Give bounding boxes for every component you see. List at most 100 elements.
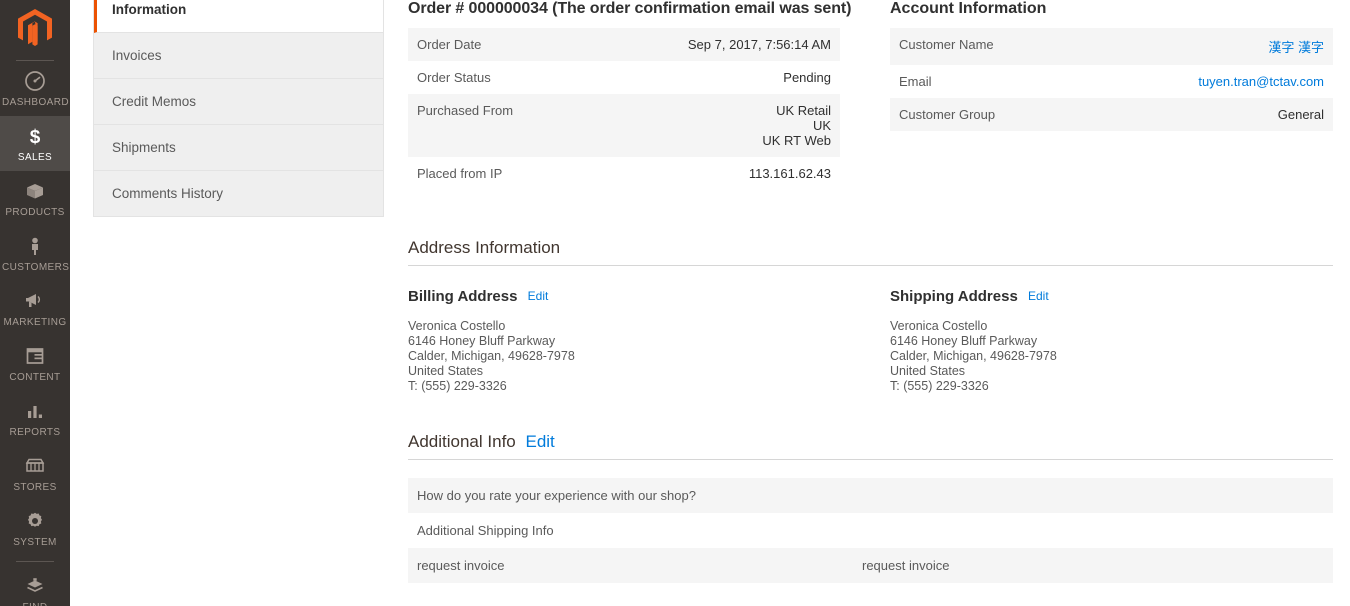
- purchased-from-line-1: UK Retail: [776, 103, 831, 118]
- additional-info-label-2: request invoice: [417, 558, 505, 573]
- sidebar-item-products[interactable]: PRODUCTS: [0, 171, 70, 226]
- shipping-address-line-4: United States: [890, 364, 966, 378]
- table-row: request invoice request invoice: [408, 548, 1333, 583]
- order-status-label: Order Status: [417, 70, 491, 85]
- customer-group-value-line: General: [1277, 107, 1324, 122]
- additional-info-heading: Additional Info: [408, 432, 516, 451]
- purchased-from-line-2: UK: [812, 118, 831, 133]
- additional-info-value-0: [852, 478, 1333, 513]
- sidebar-item-reports[interactable]: REPORTS: [0, 391, 70, 446]
- billing-address-body: Veronica Costello 6146 Honey Bluff Parkw…: [408, 319, 848, 394]
- customer-name-link[interactable]: 漢字 漢字: [1268, 40, 1324, 55]
- nav-divider-bottom: [16, 561, 54, 562]
- system-gear-icon: [2, 510, 68, 532]
- order-tab-label-information: Information: [112, 2, 187, 17]
- billing-address-title-row: Billing Address Edit: [408, 288, 848, 305]
- marketing-megaphone-icon: [2, 290, 68, 312]
- sidebar-item-sales[interactable]: $ SALES: [0, 116, 70, 171]
- content-layout-icon: [2, 345, 68, 367]
- table-row: Customer Group General: [890, 98, 1333, 131]
- additional-info-table: How do you rate your experience with our…: [408, 478, 1333, 583]
- sidebar-item-system[interactable]: SYSTEM: [0, 501, 70, 556]
- purchased-from-line-3: UK RT Web: [762, 133, 831, 148]
- partners-extensions-icon: [2, 575, 68, 597]
- sidebar-label-stores: STORES: [13, 482, 57, 493]
- sidebar-item-dashboard[interactable]: DASHBOARD: [0, 61, 70, 116]
- table-row: Order Status Pending: [408, 61, 840, 94]
- order-information-block: Order # 000000034 (The order confirmatio…: [408, 0, 852, 190]
- account-information-table: Customer Name 漢字 漢字 Email tuyen.tran@tct…: [890, 28, 1333, 131]
- shipping-address-block: Shipping Address Edit Veronica Costello …: [890, 288, 1330, 394]
- billing-address-title: Billing Address: [408, 288, 518, 305]
- shipping-address-body: Veronica Costello 6146 Honey Bluff Parkw…: [890, 319, 1330, 394]
- customer-email-link[interactable]: tuyen.tran@tctav.com: [1198, 74, 1324, 89]
- billing-address-line-3: Calder, Michigan, 49628-7978: [408, 349, 575, 363]
- customer-name-label: Customer Name: [899, 37, 994, 52]
- reports-bars-icon: [2, 400, 68, 422]
- shipping-address-title-row: Shipping Address Edit: [890, 288, 1330, 305]
- sidebar-label-content: CONTENT: [9, 372, 61, 383]
- shipping-address-title: Shipping Address: [890, 288, 1018, 305]
- placed-from-ip-value: 113.161.62.43: [587, 157, 840, 190]
- products-box-icon: [2, 180, 68, 202]
- billing-address-line-1: Veronica Costello: [408, 319, 506, 333]
- order-tab-label-credit-memos: Credit Memos: [112, 94, 197, 109]
- order-tabs-strip: Information Invoices Credit Memos Shipme…: [93, 0, 384, 217]
- customer-email-value: tuyen.tran@tctav.com: [1086, 65, 1333, 98]
- order-tab-information[interactable]: Information: [94, 0, 383, 33]
- shipping-address-line-5: T: (555) 229-3326: [890, 379, 989, 393]
- page-title: Order # 000000034 (The order confirmatio…: [408, 0, 852, 17]
- shipping-address-line-3: Calder, Michigan, 49628-7978: [890, 349, 1057, 363]
- order-tab-label-comments-history: Comments History: [112, 186, 224, 201]
- sidebar-item-find-partners-extensions[interactable]: FIND PARTNERS & EXTENSIONS: [0, 566, 70, 606]
- order-date-label: Order Date: [417, 37, 482, 52]
- admin-sidebar: DASHBOARD $ SALES PRODUCTS CUSTOMERS MAR…: [0, 0, 70, 606]
- order-tab-invoices[interactable]: Invoices: [94, 33, 383, 79]
- shipping-address-line-1: Veronica Costello: [890, 319, 988, 333]
- sales-dollar-icon: $: [2, 125, 68, 148]
- svg-text:$: $: [30, 127, 41, 147]
- order-status-value: Pending: [587, 61, 840, 94]
- order-tab-comments-history[interactable]: Comments History: [94, 171, 383, 216]
- table-row: Email tuyen.tran@tctav.com: [890, 65, 1333, 98]
- table-row: Customer Name 漢字 漢字: [890, 28, 1333, 65]
- order-date-value: Sep 7, 2017, 7:56:14 AM: [587, 28, 840, 61]
- sidebar-item-content[interactable]: CONTENT: [0, 336, 70, 391]
- shipping-address-line-2: 6146 Honey Bluff Parkway: [890, 334, 1038, 348]
- order-tab-shipments[interactable]: Shipments: [94, 125, 383, 171]
- table-row: How do you rate your experience with our…: [408, 478, 1333, 513]
- customer-name-value: 漢字 漢字: [1086, 28, 1333, 65]
- table-row: Purchased From UK Retail UK UK RT Web: [408, 94, 840, 157]
- sidebar-label-partners-line1: FIND PARTNERS: [2, 602, 68, 606]
- billing-address-edit-link[interactable]: Edit: [528, 289, 549, 303]
- sidebar-item-stores[interactable]: STORES: [0, 446, 70, 501]
- order-tabs-panel: Information Invoices Credit Memos Shipme…: [93, 0, 384, 217]
- order-tab-label-invoices: Invoices: [112, 48, 162, 63]
- sidebar-item-marketing[interactable]: MARKETING: [0, 281, 70, 336]
- magento-logo[interactable]: [0, 0, 70, 54]
- sidebar-label-products: PRODUCTS: [5, 207, 65, 218]
- additional-info-heading-row: Additional Info Edit: [408, 432, 1333, 460]
- sidebar-item-customers[interactable]: CUSTOMERS: [0, 226, 70, 281]
- table-row: Additional Shipping Info: [408, 513, 1333, 548]
- customer-group-label: Customer Group: [899, 107, 996, 122]
- sidebar-label-dashboard: DASHBOARD: [2, 97, 69, 108]
- shipping-address-edit-link[interactable]: Edit: [1028, 289, 1049, 303]
- sidebar-label-system: SYSTEM: [13, 537, 57, 548]
- additional-info-edit-link[interactable]: Edit: [525, 432, 554, 451]
- order-tab-credit-memos[interactable]: Credit Memos: [94, 79, 383, 125]
- sidebar-label-customers: CUSTOMERS: [2, 262, 70, 273]
- additional-info-label-1: Additional Shipping Info: [417, 523, 554, 538]
- customer-email-label: Email: [899, 74, 932, 89]
- address-columns: Billing Address Edit Veronica Costello 6…: [408, 288, 1333, 408]
- order-view-content: Order # 000000034 (The order confirmatio…: [408, 0, 1333, 606]
- purchased-from-label: Purchased From: [417, 103, 514, 118]
- address-information-heading: Address Information: [408, 238, 1333, 266]
- additional-info-value-1: [852, 513, 1333, 548]
- account-information-title: Account Information: [890, 0, 1047, 17]
- stores-shop-icon: [2, 455, 68, 477]
- order-tab-label-shipments: Shipments: [112, 140, 176, 155]
- order-status-value-line: Pending: [783, 70, 831, 85]
- billing-address-block: Billing Address Edit Veronica Costello 6…: [408, 288, 848, 394]
- address-information-section: Address Information Billing Address Edit…: [408, 238, 1333, 408]
